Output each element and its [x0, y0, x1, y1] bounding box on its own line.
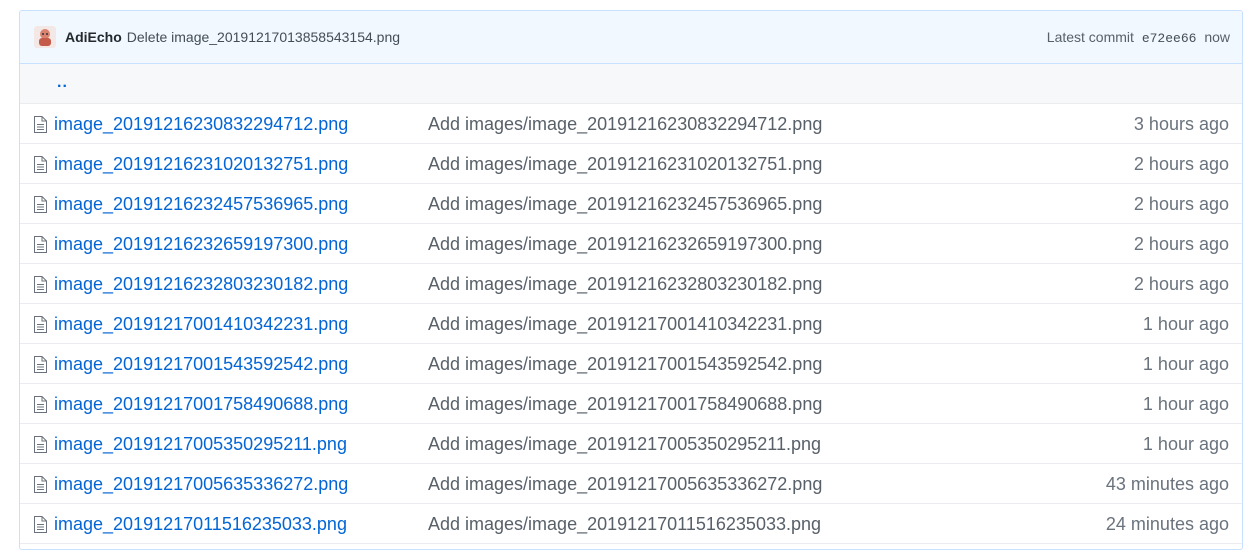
parent-directory-link[interactable]: ..: [57, 74, 68, 92]
file-commit-message-link[interactable]: Add images/image_20191216232803230182.pn…: [428, 274, 822, 295]
file-commit-age: 1 hour ago: [1142, 434, 1229, 454]
file-commit-message-link[interactable]: Add images/image_20191217005350295211.pn…: [428, 434, 821, 455]
file-name-link[interactable]: image_20191217001758490688.png: [54, 394, 348, 415]
avatar[interactable]: [34, 26, 56, 48]
commit-message[interactable]: Delete image_20191217013858543154.png: [127, 29, 400, 45]
file-commit-age: 2 hours ago: [1133, 154, 1229, 174]
file-icon: [33, 476, 47, 493]
file-commit-message-link[interactable]: Add images/image_20191216232457536965.pn…: [428, 194, 822, 215]
file-name-link[interactable]: image_20191216230832294712.png: [54, 114, 348, 135]
file-name-link[interactable]: image_20191216232457536965.png: [54, 194, 348, 215]
file-commit-message-link[interactable]: Add images/image_20191216232659197300.pn…: [428, 234, 822, 255]
file-icon: [33, 356, 47, 373]
file-browser: AdiEcho Delete image_2019121701385854315…: [19, 10, 1243, 550]
commit-sha-link[interactable]: e72ee66: [1142, 31, 1197, 46]
file-commit-message-link[interactable]: Add images/image_20191217005635336272.pn…: [428, 474, 822, 495]
file-icon: [33, 436, 47, 453]
file-row: image_20191217001410342231.png Add images…: [20, 304, 1242, 344]
file-commit-age: 1 hour ago: [1142, 314, 1229, 334]
file-name-link[interactable]: image_20191217005635336272.png: [54, 474, 348, 495]
file-commit-message-link[interactable]: Add images/image_20191217001410342231.pn…: [428, 314, 822, 335]
file-commit-message-link[interactable]: Add images/image_20191217011516235033.pn…: [428, 514, 821, 535]
file-commit-age: 2 hours ago: [1133, 234, 1229, 254]
file-icon: [33, 236, 47, 253]
file-list: image_20191216230832294712.png Add images…: [20, 104, 1242, 544]
file-commit-message-link[interactable]: Add images/image_20191216231020132751.pn…: [428, 154, 822, 175]
file-row: image_20191217001543592542.png Add images…: [20, 344, 1242, 384]
file-name-link[interactable]: image_20191217001410342231.png: [54, 314, 348, 335]
latest-commit-label: Latest commit: [1046, 28, 1134, 45]
file-commit-age: 2 hours ago: [1133, 274, 1229, 294]
file-row: image_20191216230832294712.png Add images…: [20, 104, 1242, 144]
file-commit-age: 2 hours ago: [1133, 194, 1229, 214]
latest-commit-info: Latest commit e72ee66 now: [1047, 29, 1230, 46]
file-row: image_20191216232659197300.png Add images…: [20, 224, 1242, 264]
commit-time: now: [1204, 28, 1230, 45]
file-name-link[interactable]: image_20191217001543592542.png: [54, 354, 348, 375]
file-icon: [33, 196, 47, 213]
file-row: image_20191217001758490688.png Add images…: [20, 384, 1242, 424]
file-commit-message-link[interactable]: Add images/image_20191217001543592542.pn…: [428, 354, 822, 375]
file-commit-age: 1 hour ago: [1142, 394, 1229, 414]
file-icon: [33, 116, 47, 133]
file-icon: [33, 276, 47, 293]
commit-author-link[interactable]: AdiEcho: [65, 29, 122, 45]
file-icon: [33, 516, 47, 533]
file-commit-age: 3 hours ago: [1133, 114, 1229, 134]
file-name-link[interactable]: image_20191216232659197300.png: [54, 234, 348, 255]
file-name-link[interactable]: image_20191216232803230182.png: [54, 274, 348, 295]
file-commit-age: 24 minutes ago: [1105, 514, 1229, 534]
file-icon: [33, 396, 47, 413]
file-name-link[interactable]: image_20191217005350295211.png: [54, 434, 347, 455]
file-commit-message-link[interactable]: Add images/image_20191217001758490688.pn…: [428, 394, 822, 415]
file-row: image_20191216231020132751.png Add images…: [20, 144, 1242, 184]
parent-directory-row: ..: [20, 64, 1242, 104]
file-commit-age: 1 hour ago: [1142, 354, 1229, 374]
file-commit-age: 43 minutes ago: [1105, 474, 1229, 494]
file-row: image_20191217005635336272.png Add images…: [20, 464, 1242, 504]
file-icon: [33, 316, 47, 333]
file-name-link[interactable]: image_20191217011516235033.png: [54, 514, 347, 535]
file-name-link[interactable]: image_20191216231020132751.png: [54, 154, 348, 175]
file-row: image_20191217011516235033.png Add images…: [20, 504, 1242, 544]
latest-commit-bar: AdiEcho Delete image_2019121701385854315…: [20, 11, 1242, 64]
file-icon: [33, 156, 47, 173]
file-row: image_20191217005350295211.png Add images…: [20, 424, 1242, 464]
file-row: image_20191216232457536965.png Add images…: [20, 184, 1242, 224]
file-commit-message-link[interactable]: Add images/image_20191216230832294712.pn…: [428, 114, 822, 135]
file-row: image_20191216232803230182.png Add images…: [20, 264, 1242, 304]
